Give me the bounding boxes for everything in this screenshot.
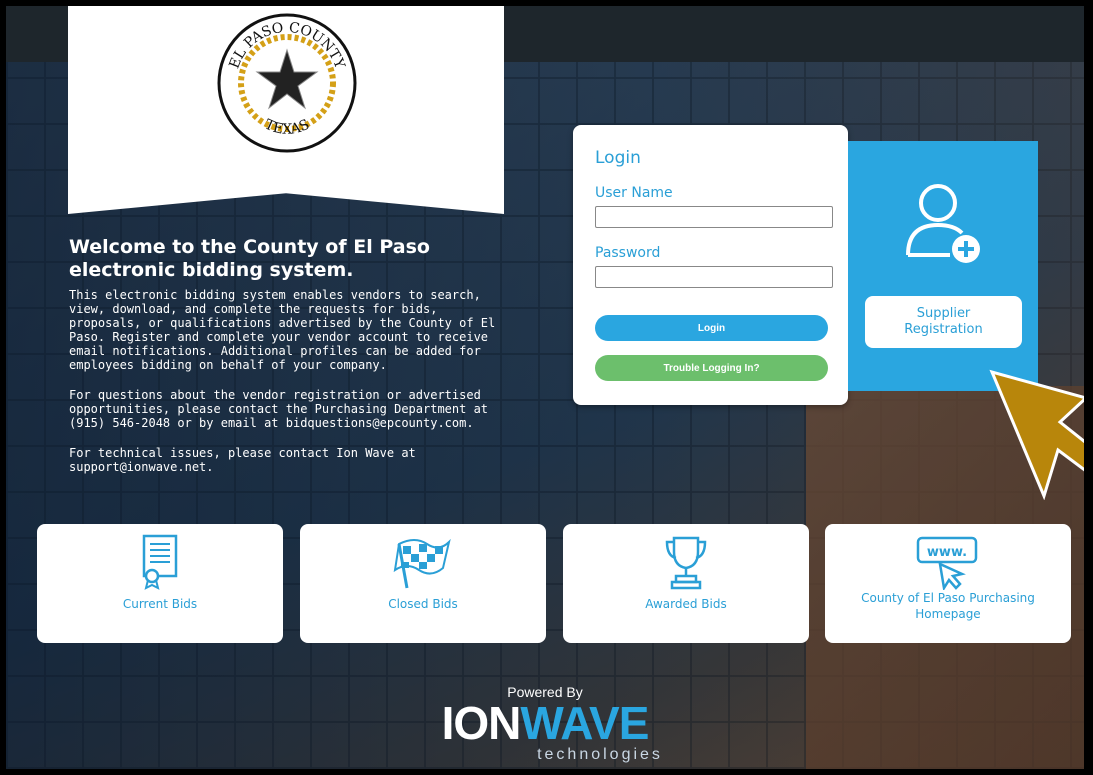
county-seal-logo: EL PASO COUNTY TEXAS [217, 13, 357, 153]
powered-by-footer: Powered By IONWAVE technologies [6, 684, 1084, 764]
support-paragraph: For technical issues, please contact Ion… [69, 446, 416, 474]
password-input[interactable] [595, 266, 833, 288]
username-label: User Name [595, 185, 673, 201]
login-title: Login [595, 148, 641, 168]
tile-label: Current Bids [122, 597, 198, 611]
tile-awarded-bids[interactable]: Awarded Bids [563, 524, 809, 643]
brand-wave: WAVE [520, 697, 649, 749]
tile-purchasing-homepage[interactable]: www. County of El Paso Purchasing Homepa… [825, 524, 1071, 643]
svg-text:www.: www. [927, 545, 967, 560]
tile-current-bids[interactable]: Current Bids [37, 524, 283, 643]
document-certificate-icon [142, 534, 178, 590]
trophy-icon [665, 536, 707, 590]
login-button[interactable]: Login [595, 315, 828, 341]
tile-label: Awarded Bids [645, 597, 727, 611]
supplier-registration-label: Supplier Registration [904, 306, 983, 337]
ionwave-logo: IONWAVE [6, 700, 1084, 746]
brand-tech: technologies [537, 746, 663, 763]
trouble-logging-in-button[interactable]: Trouble Logging In? [595, 355, 828, 381]
brand-ion: ION [441, 697, 522, 749]
contact-paragraph: For questions about the vendor registrat… [69, 388, 489, 430]
checkered-flag-icon [393, 538, 451, 589]
supplier-registration-button[interactable]: Supplier Registration [865, 296, 1022, 348]
page-frame: EL PASO COUNTY TEXAS Welcome to the Coun… [6, 6, 1084, 769]
welcome-section: Welcome to the County of El Paso electro… [69, 236, 509, 490]
tile-closed-bids[interactable]: Closed Bids [300, 524, 546, 643]
supplier-registration-panel: Supplier Registration [848, 141, 1038, 391]
welcome-heading: Welcome to the County of El Paso electro… [69, 236, 430, 281]
logo-banner: EL PASO COUNTY TEXAS [68, 6, 504, 214]
welcome-paragraph: This electronic bidding system enables v… [69, 288, 496, 372]
pointer-arrow-icon [989, 369, 1084, 500]
tile-label: Closed Bids [388, 597, 458, 611]
username-input[interactable] [595, 206, 833, 228]
login-card: Login User Name Password Login Trouble L… [573, 125, 848, 405]
password-label: Password [595, 245, 661, 261]
tile-label: County of El Paso Purchasing Homepage [861, 591, 1035, 621]
www-cursor-icon: www. [916, 536, 978, 590]
add-user-icon [906, 184, 980, 263]
